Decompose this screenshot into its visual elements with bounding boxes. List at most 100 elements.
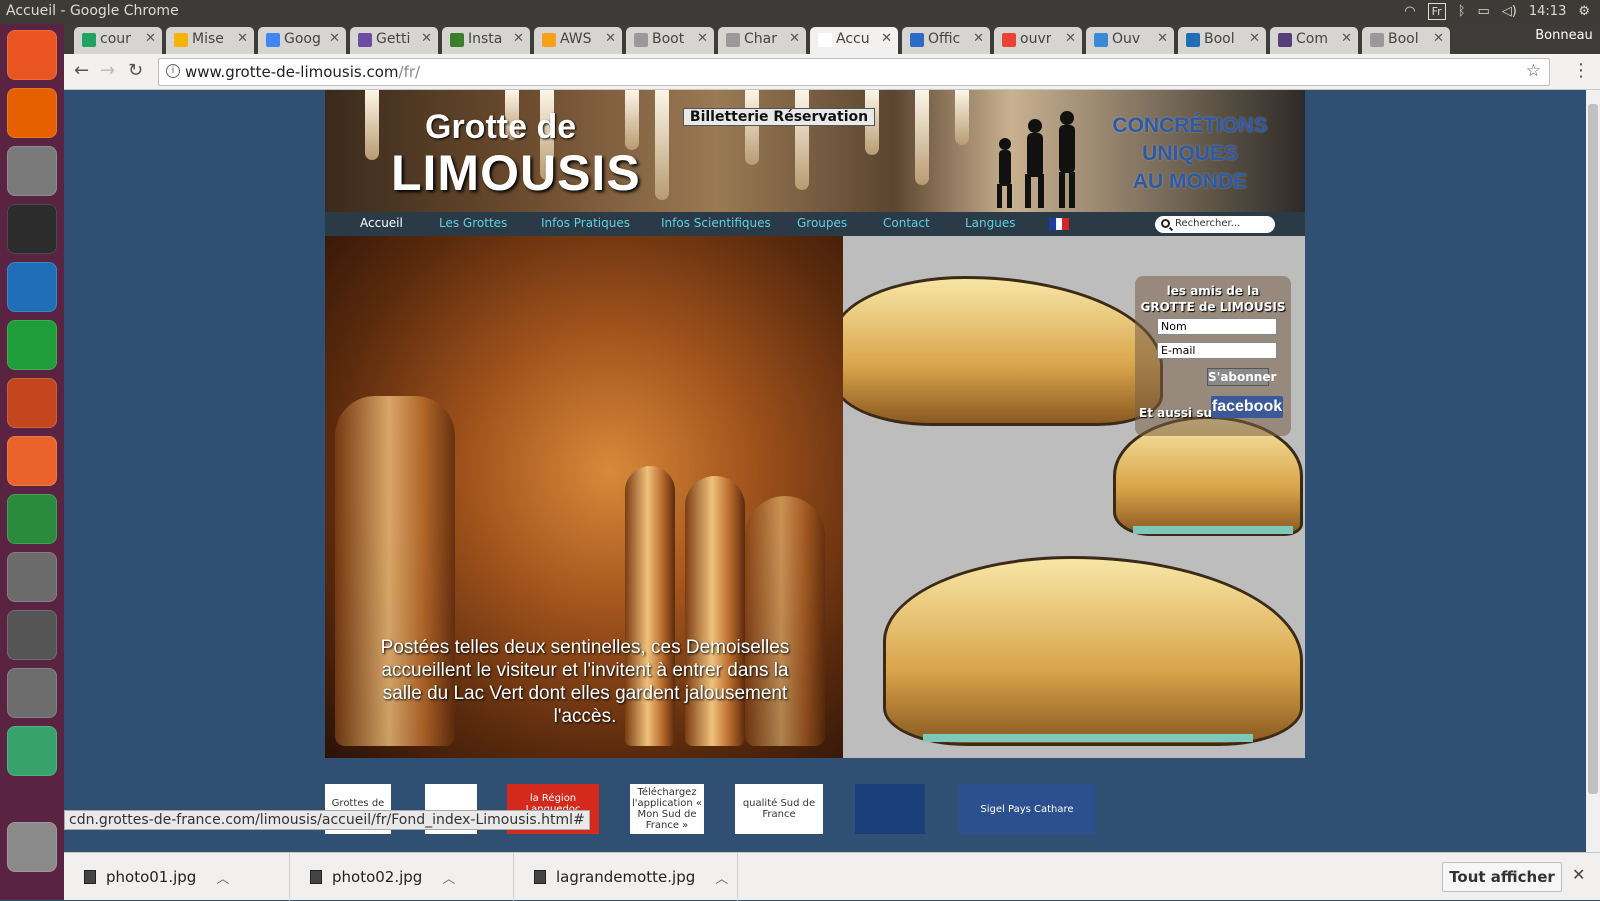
tab-title: AWS <box>560 31 592 47</box>
tab-close-icon[interactable]: ✕ <box>421 31 432 46</box>
reload-icon[interactable]: ↻ <box>128 60 143 81</box>
download-item[interactable]: photo02.jpg ︿ <box>290 853 514 901</box>
tab-close-icon[interactable]: ✕ <box>237 31 248 46</box>
files-icon[interactable] <box>7 146 57 196</box>
impress-icon[interactable] <box>7 378 57 428</box>
site-search-input[interactable]: Rechercher... <box>1155 216 1275 233</box>
nav-accueil[interactable]: Accueil <box>360 216 403 230</box>
forward-arrow-icon[interactable]: → <box>100 60 115 81</box>
subscribe-button[interactable]: S'abonner <box>1207 368 1276 386</box>
tab-close-icon[interactable]: ✕ <box>513 31 524 46</box>
calc-icon[interactable] <box>7 320 57 370</box>
chrome-icon[interactable] <box>7 494 57 544</box>
chevron-up-icon[interactable]: ︿ <box>715 868 728 887</box>
back-arrow-icon[interactable]: ← <box>74 60 89 81</box>
profile-button[interactable]: Bonneau <box>1528 26 1600 48</box>
gimp-icon[interactable] <box>7 668 57 718</box>
cave-map-illustration[interactable]: les amis de la GROTTE de LIMOUSIS Nom E-… <box>843 236 1305 758</box>
vertical-scrollbar[interactable] <box>1586 90 1600 852</box>
partner-logo[interactable]: Téléchargez l'application « Mon Sud de F… <box>630 784 704 834</box>
browser-tab[interactable]: Offic ✕ <box>902 27 990 54</box>
chrome-menu-icon[interactable]: ⋮ <box>1572 60 1590 81</box>
page-viewport: Grotte de LIMOUSIS Billetterie Réservati… <box>64 90 1586 852</box>
clock[interactable]: 14:13 <box>1529 4 1566 19</box>
tab-close-icon[interactable]: ✕ <box>605 31 616 46</box>
software-center-icon[interactable] <box>7 436 57 486</box>
bookmark-star-icon[interactable]: ☆ <box>1526 61 1541 81</box>
browser-tab[interactable]: Bool ✕ <box>1178 27 1266 54</box>
newsletter-signup-panel: les amis de la GROTTE de LIMOUSIS Nom E-… <box>1135 276 1291 436</box>
newsletter-email-field[interactable]: E-mail <box>1157 342 1277 359</box>
bluetooth-icon[interactable]: ᛒ <box>1458 4 1466 19</box>
sublime-text-icon[interactable] <box>7 610 57 660</box>
tab-close-icon[interactable]: ✕ <box>329 31 340 46</box>
site-info-icon[interactable]: i <box>166 64 180 78</box>
nav-contact[interactable]: Contact <box>883 216 930 230</box>
site-header: Grotte de LIMOUSIS Billetterie Réservati… <box>325 90 1305 212</box>
ticket-booking-button[interactable]: Billetterie Réservation <box>683 108 875 126</box>
tab-favicon-icon <box>1278 33 1292 47</box>
browser-tab[interactable]: Char ✕ <box>718 27 806 54</box>
volume-icon[interactable]: ◁) <box>1502 4 1517 19</box>
tab-close-icon[interactable]: ✕ <box>789 31 800 46</box>
partner-logo[interactable]: Sigel Pays Cathare <box>959 784 1095 834</box>
chevron-up-icon[interactable]: ︿ <box>442 868 455 887</box>
nav-langues[interactable]: Langues <box>965 216 1016 230</box>
close-icon[interactable]: ✕ <box>1572 865 1585 884</box>
writer-icon[interactable] <box>7 262 57 312</box>
tab-title: Bool <box>1388 31 1419 47</box>
nav-infos-scientifiques[interactable]: Infos Scientifiques <box>661 216 771 230</box>
newsletter-name-field[interactable]: Nom <box>1157 318 1277 335</box>
atom-icon[interactable] <box>7 726 57 776</box>
browser-tab[interactable]: Ouv ✕ <box>1086 27 1174 54</box>
file-icon <box>310 870 322 884</box>
keyboard-layout-indicator[interactable]: Fr <box>1427 3 1446 20</box>
tab-favicon-icon <box>174 33 188 47</box>
show-all-downloads-button[interactable]: Tout afficher <box>1442 862 1562 892</box>
tab-close-icon[interactable]: ✕ <box>973 31 984 46</box>
tab-close-icon[interactable]: ✕ <box>145 31 156 46</box>
power-gear-icon[interactable]: ⚙ <box>1578 4 1590 19</box>
address-bar[interactable]: i www.grotte-de-limousis.com/fr/ ☆ <box>158 58 1550 86</box>
nav-infos-pratiques[interactable]: Infos Pratiques <box>541 216 630 230</box>
ubuntu-icon[interactable] <box>7 30 57 80</box>
browser-tab[interactable]: Accu ✕ <box>810 27 898 54</box>
system-tray: ◠ Fr ᛒ ▭ ◁) 14:13 ⚙ <box>1404 3 1590 20</box>
tab-title: Goog <box>284 31 321 47</box>
partner-logo[interactable]: qualité Sud de France <box>735 784 823 834</box>
tab-close-icon[interactable]: ✕ <box>1157 31 1168 46</box>
french-flag-icon[interactable] <box>1049 218 1070 230</box>
browser-tab[interactable]: Getti ✕ <box>350 27 438 54</box>
file-icon <box>534 870 546 884</box>
partner-logo[interactable] <box>855 784 925 834</box>
trash-icon[interactable] <box>7 822 57 872</box>
browser-tab[interactable]: Mise ✕ <box>166 27 254 54</box>
browser-tab[interactable]: AWS ✕ <box>534 27 622 54</box>
settings-icon[interactable] <box>7 552 57 602</box>
wifi-icon[interactable]: ◠ <box>1404 4 1415 19</box>
download-item[interactable]: lagrandemotte.jpg ︿ <box>514 853 738 901</box>
browser-tab[interactable]: ouvr ✕ <box>994 27 1082 54</box>
tab-favicon-icon <box>818 33 832 47</box>
tab-close-icon[interactable]: ✕ <box>697 31 708 46</box>
facebook-link[interactable]: facebook <box>1211 396 1283 418</box>
browser-tab[interactable]: Boot ✕ <box>626 27 714 54</box>
scrollbar-thumb[interactable] <box>1588 104 1598 794</box>
tab-close-icon[interactable]: ✕ <box>1341 31 1352 46</box>
browser-tab[interactable]: Bool ✕ <box>1362 27 1450 54</box>
nav-groupes[interactable]: Groupes <box>797 216 847 230</box>
tab-close-icon[interactable]: ✕ <box>881 31 892 46</box>
tab-close-icon[interactable]: ✕ <box>1065 31 1076 46</box>
browser-tab[interactable]: cour ✕ <box>74 27 162 54</box>
browser-tab[interactable]: Goog ✕ <box>258 27 346 54</box>
tab-close-icon[interactable]: ✕ <box>1249 31 1260 46</box>
battery-icon[interactable]: ▭ <box>1478 4 1490 19</box>
browser-tab[interactable]: Insta ✕ <box>442 27 530 54</box>
nav-les-grottes[interactable]: Les Grottes <box>439 216 507 230</box>
tab-close-icon[interactable]: ✕ <box>1433 31 1444 46</box>
chevron-up-icon[interactable]: ︿ <box>216 868 229 887</box>
terminal-icon[interactable] <box>7 204 57 254</box>
browser-tab[interactable]: Com ✕ <box>1270 27 1358 54</box>
download-item[interactable]: photo01.jpg ︿ <box>64 853 290 901</box>
firefox-icon[interactable] <box>7 88 57 138</box>
